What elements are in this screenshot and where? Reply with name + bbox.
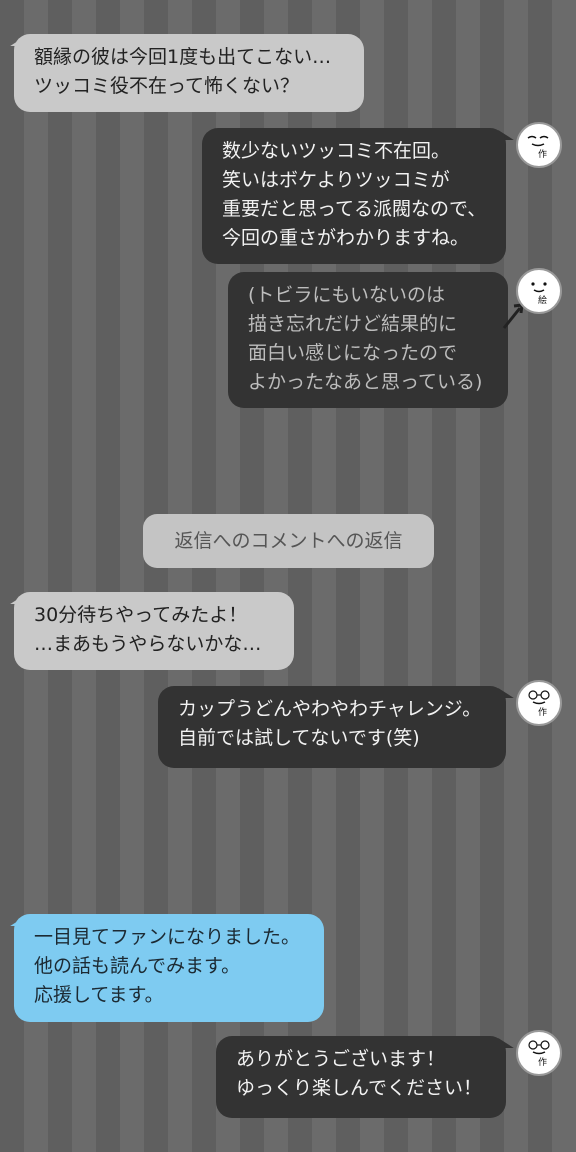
reply-line: 重要だと思ってる派閥なので、 <box>222 198 487 220</box>
comment-line: 30分待ちやってみたよ！ <box>34 604 248 626</box>
author-avatar[interactable]: 作 <box>516 122 562 168</box>
reply-line: 数少ないツッコミ不在回。 <box>222 140 451 162</box>
reply-line: 今回の重さがわかりますね。 <box>222 227 470 249</box>
reply-line: ありがとうございます！ <box>236 1048 446 1070</box>
reply-line: カップうどんやわやわチャレンジ。 <box>178 698 482 720</box>
avatar-tag: 作 <box>538 708 548 718</box>
comment-bubble: 額縁の彼は今回1度も出てこない… ツッコミ役不在って怖くない？ <box>14 34 364 112</box>
section-divider: 返信へのコメントへの返信 <box>143 514 434 568</box>
reply-bubble: カップうどんやわやわチャレンジ。 自前では試してないです(笑) <box>158 686 506 768</box>
comment-bubble: 30分待ちやってみたよ！ …まあもうやらないかな… <box>14 592 294 670</box>
reply-line: 笑いはボケよりツッコミが <box>222 169 450 191</box>
reply-bubble: (トビラにもいないのは 描き忘れだけど結果的に 面白い感じになったので よかった… <box>228 272 508 408</box>
avatar-tag: 作 <box>538 1058 548 1068</box>
comment-line: 応援してます。 <box>34 984 164 1006</box>
comment-line: …まあもうやらないかな… <box>34 633 262 655</box>
reply-line: (トビラにもいないのは <box>248 284 446 306</box>
author-avatar[interactable]: 作 <box>516 1030 562 1076</box>
comment-line: 他の話も読んでみます。 <box>34 955 241 977</box>
comment-line: 額縁の彼は今回1度も出てこない… <box>34 46 332 68</box>
author-avatar[interactable]: 作 <box>516 680 562 726</box>
reply-line: よかったなあと思っている) <box>248 371 483 393</box>
reply-line: ゆっくり楽しんでください！ <box>236 1077 483 1099</box>
reply-line: 自前では試してないです(笑) <box>178 727 420 749</box>
reply-bubble: 数少ないツッコミ不在回。 笑いはボケよりツッコミが 重要だと思ってる派閥なので、… <box>202 128 506 264</box>
avatar-tag: 作 <box>538 150 548 160</box>
reply-bubble: ありがとうございます！ ゆっくり楽しんでください！ <box>216 1036 506 1118</box>
avatar-tag: 絵 <box>538 296 548 306</box>
reply-line: 面白い感じになったので <box>248 342 458 364</box>
illustrator-avatar[interactable]: 絵 <box>516 268 562 314</box>
fan-comment-bubble: 一目見てファンになりました。 他の話も読んでみます。 応援してます。 <box>14 914 324 1022</box>
comment-line: 一目見てファンになりました。 <box>34 926 301 948</box>
comment-line: ツッコミ役不在って怖くない？ <box>34 75 300 97</box>
reply-line: 描き忘れだけど結果的に <box>248 313 458 335</box>
